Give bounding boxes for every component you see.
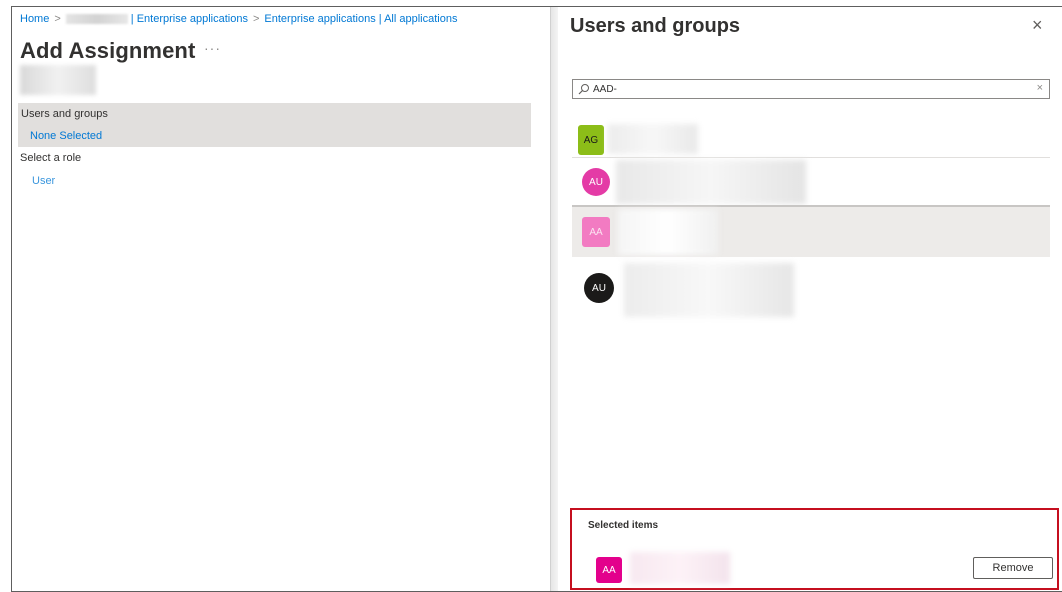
avatar: AU	[584, 273, 614, 303]
breadcrumb: Home > | Enterprise applications > Enter…	[20, 13, 457, 25]
selected-item-avatar: AA	[596, 557, 622, 583]
result-name-redacted	[608, 124, 698, 154]
close-icon[interactable]: ×	[1032, 15, 1043, 36]
result-name-redacted	[618, 209, 718, 255]
result-item[interactable]: AU	[572, 157, 1050, 205]
app-name-redacted	[20, 65, 96, 95]
select-role-label: Select a role	[20, 152, 82, 164]
more-options-icon[interactable]: ···	[204, 40, 221, 56]
users-and-groups-panel: Users and groups × × AG AU AA AU	[558, 7, 1062, 591]
role-user-link[interactable]: User	[32, 175, 55, 187]
remove-button[interactable]: Remove	[973, 557, 1053, 579]
avatar: AG	[578, 125, 604, 155]
result-item-highlighted[interactable]: AA	[572, 205, 1050, 257]
page-title: Add Assignment	[20, 38, 196, 63]
result-item[interactable]: AU	[572, 259, 1050, 319]
search-icon	[578, 84, 589, 95]
search-box[interactable]: ×	[572, 79, 1050, 99]
avatar: AA	[582, 217, 610, 247]
result-name-redacted	[616, 160, 806, 204]
pane-divider	[550, 7, 558, 591]
breadcrumb-home[interactable]: Home	[20, 13, 49, 25]
users-and-groups-section[interactable]: Users and groups None Selected	[18, 103, 531, 147]
result-item[interactable]: AG	[572, 119, 1050, 155]
selected-items-section: Selected items AA Remove	[570, 508, 1059, 590]
users-and-groups-label: Users and groups	[21, 108, 108, 120]
breadcrumb-separator: >	[54, 13, 61, 25]
add-assignment-pane: Home > | Enterprise applications > Enter…	[12, 7, 550, 591]
breadcrumb-redacted	[65, 14, 128, 24]
avatar: AU	[582, 168, 610, 196]
selected-item-name-redacted	[630, 552, 730, 584]
result-name-redacted	[624, 263, 794, 317]
selected-items-title: Selected items	[588, 520, 659, 531]
clear-search-icon[interactable]: ×	[1037, 82, 1043, 94]
breadcrumb-enterprise-applications[interactable]: | Enterprise applications	[131, 13, 248, 25]
users-none-selected-link[interactable]: None Selected	[30, 130, 102, 142]
panel-title: Users and groups	[570, 15, 741, 37]
breadcrumb-all-applications[interactable]: Enterprise applications | All applicatio…	[264, 13, 457, 25]
breadcrumb-separator: >	[252, 13, 260, 25]
search-input[interactable]	[593, 81, 1023, 97]
app-frame: Home > | Enterprise applications > Enter…	[11, 6, 1062, 592]
